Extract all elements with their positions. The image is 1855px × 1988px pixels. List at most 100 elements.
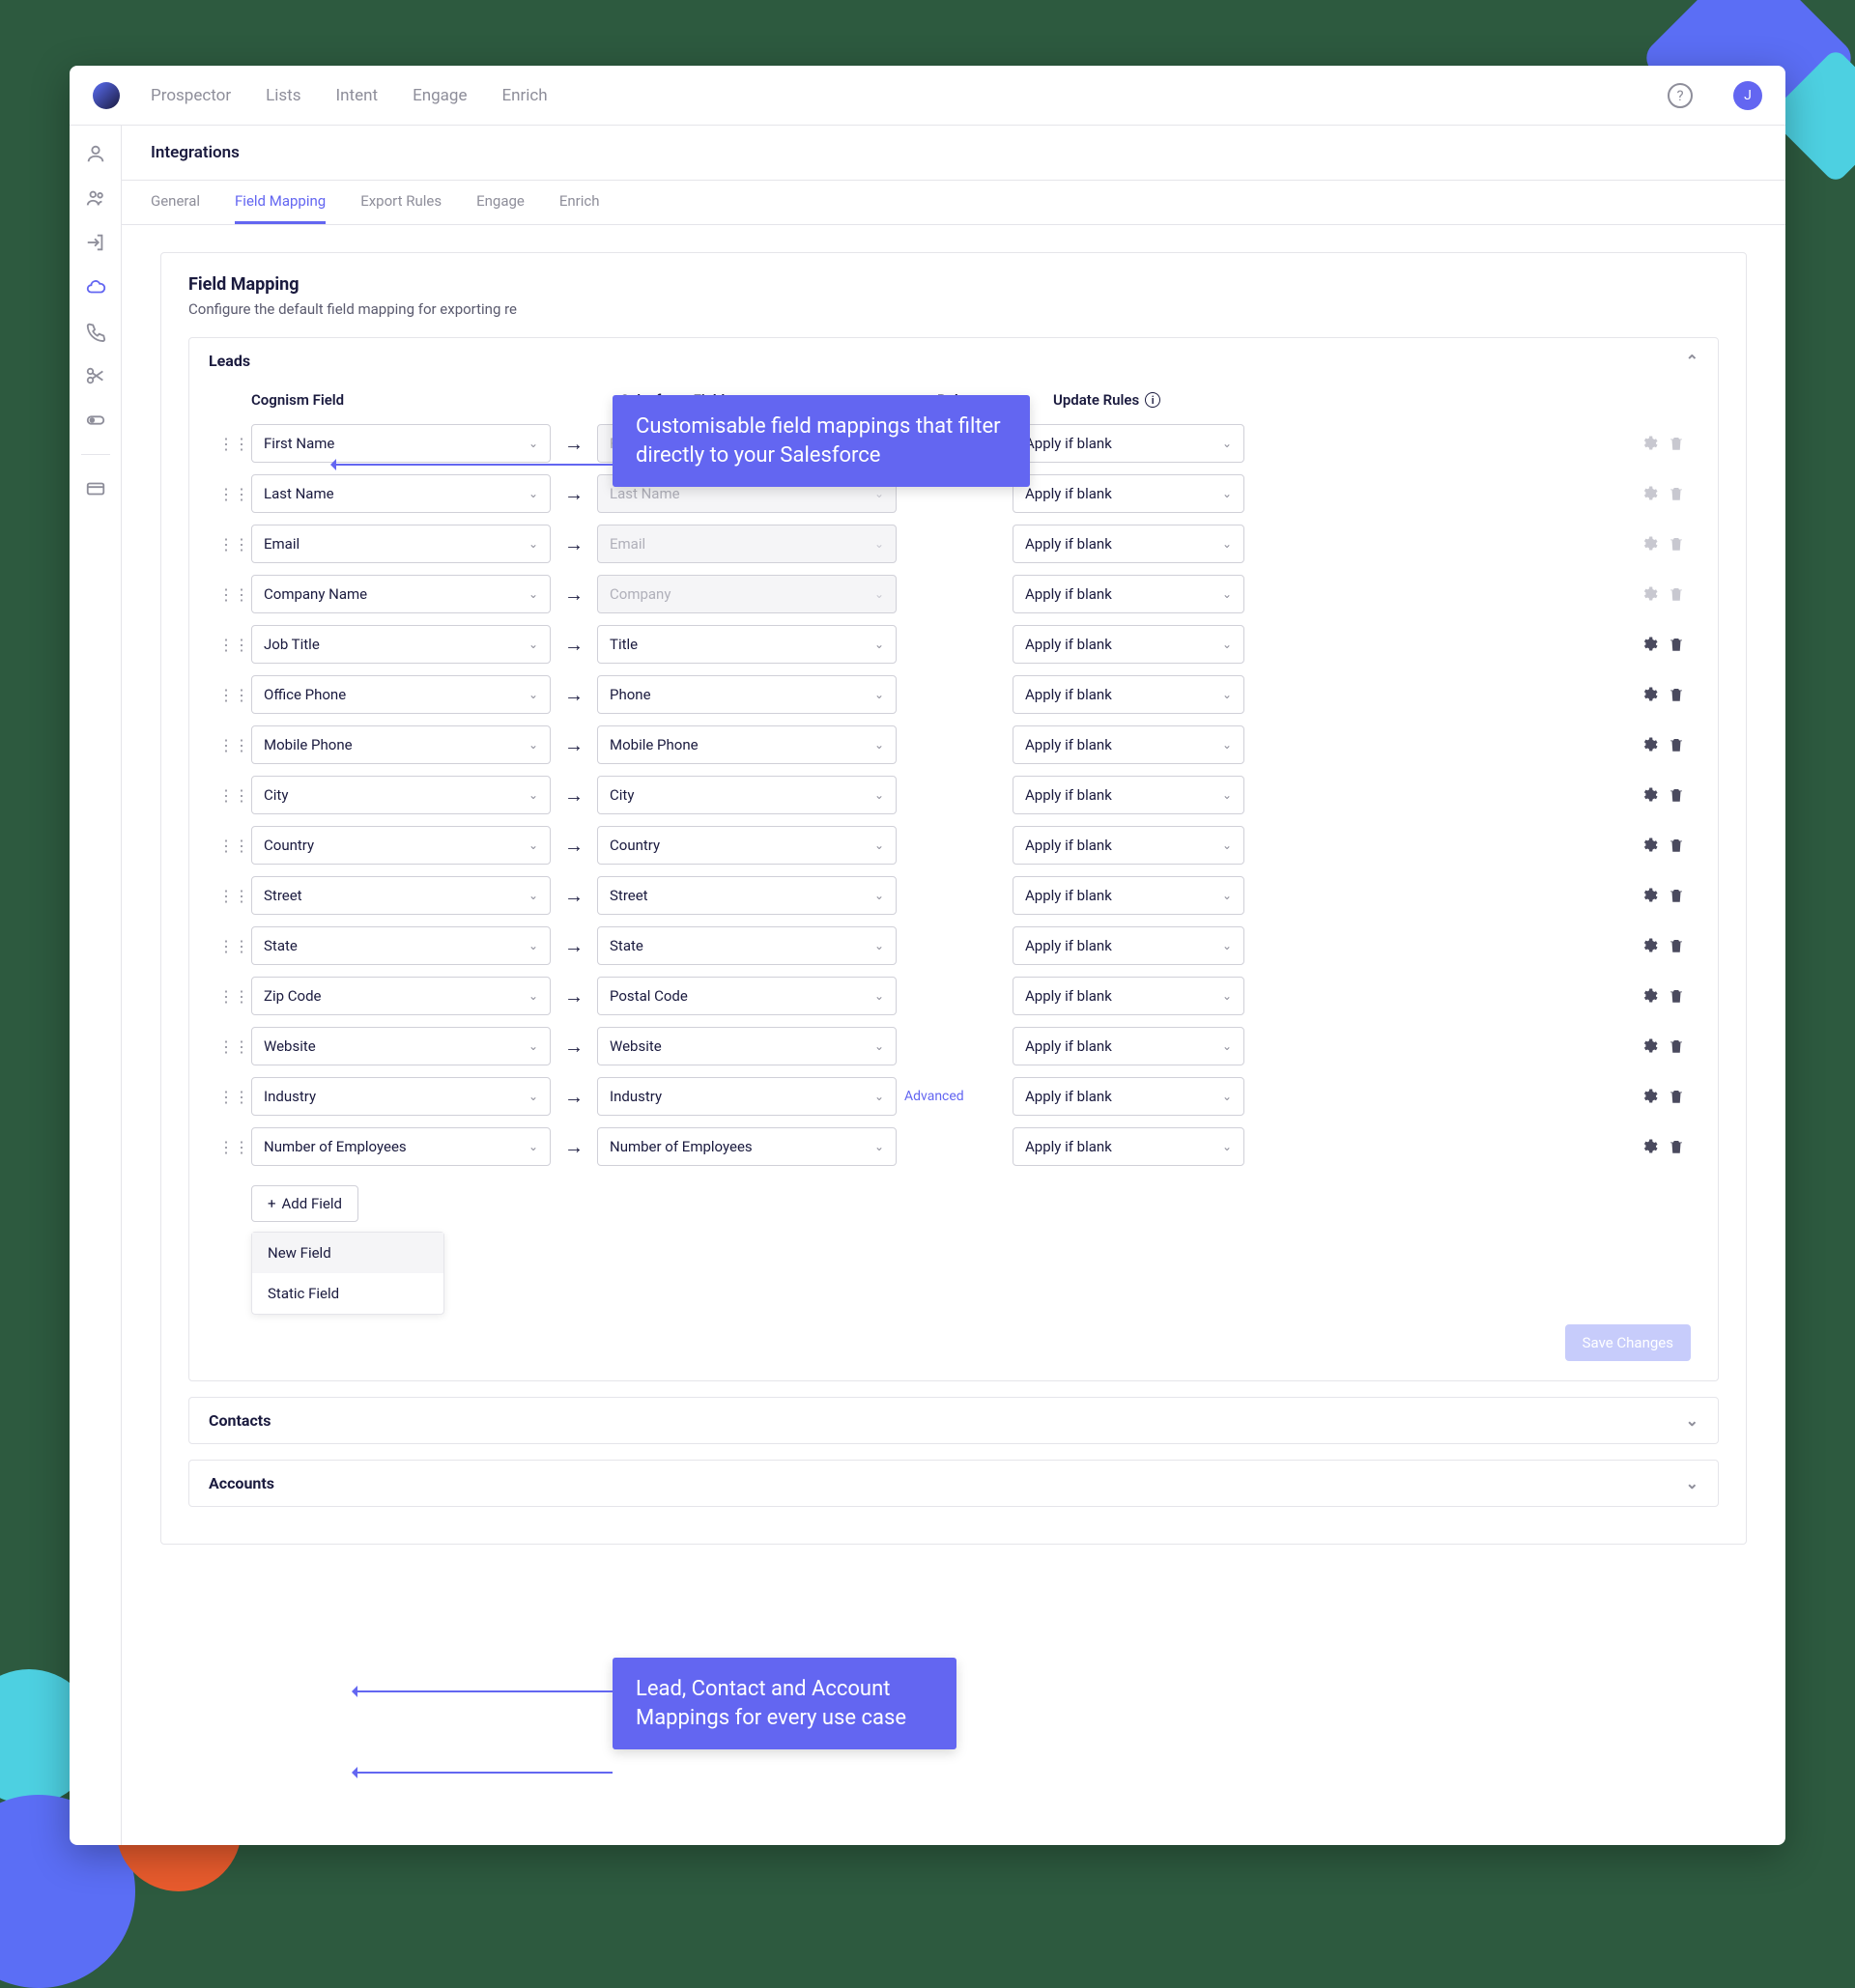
- trash-icon[interactable]: [1668, 585, 1685, 603]
- gear-icon[interactable]: [1641, 736, 1658, 753]
- trash-icon[interactable]: [1668, 636, 1685, 653]
- gear-icon[interactable]: [1641, 837, 1658, 854]
- update-rule-select[interactable]: Apply if blank⌄: [1013, 525, 1244, 563]
- cognism-field-select[interactable]: Company Name⌄: [251, 575, 551, 613]
- update-rule-select[interactable]: Apply if blank⌄: [1013, 675, 1244, 714]
- salesforce-field-select[interactable]: Phone⌄: [597, 675, 897, 714]
- salesforce-field-select[interactable]: Mobile Phone⌄: [597, 725, 897, 764]
- update-rule-select[interactable]: Apply if blank⌄: [1013, 876, 1244, 915]
- nav-prospector[interactable]: Prospector: [151, 86, 231, 105]
- update-rule-select[interactable]: Apply if blank⌄: [1013, 826, 1244, 865]
- gear-icon[interactable]: [1641, 887, 1658, 904]
- gear-icon[interactable]: [1641, 636, 1658, 653]
- update-rule-select[interactable]: Apply if blank⌄: [1013, 1127, 1244, 1166]
- drag-handle-icon[interactable]: ⋮⋮: [216, 585, 251, 604]
- trash-icon[interactable]: [1668, 435, 1685, 452]
- drag-handle-icon[interactable]: ⋮⋮: [216, 1037, 251, 1056]
- tab-general[interactable]: General: [151, 181, 200, 224]
- trash-icon[interactable]: [1668, 736, 1685, 753]
- drag-handle-icon[interactable]: ⋮⋮: [216, 786, 251, 805]
- cognism-field-select[interactable]: Number of Employees⌄: [251, 1127, 551, 1166]
- cognism-field-select[interactable]: Zip Code⌄: [251, 977, 551, 1015]
- drag-handle-icon[interactable]: ⋮⋮: [216, 1088, 251, 1106]
- trash-icon[interactable]: [1668, 1138, 1685, 1155]
- info-icon[interactable]: i: [1145, 392, 1160, 408]
- update-rule-select[interactable]: Apply if blank⌄: [1013, 424, 1244, 463]
- drag-handle-icon[interactable]: ⋮⋮: [216, 837, 251, 855]
- save-changes-button[interactable]: Save Changes: [1565, 1324, 1691, 1361]
- drag-handle-icon[interactable]: ⋮⋮: [216, 435, 251, 453]
- salesforce-field-select[interactable]: Number of Employees⌄: [597, 1127, 897, 1166]
- update-rule-select[interactable]: Apply if blank⌄: [1013, 474, 1244, 513]
- salesforce-field-select[interactable]: Email⌄: [597, 525, 897, 563]
- nav-intent[interactable]: Intent: [336, 86, 379, 105]
- gear-icon[interactable]: [1641, 435, 1658, 452]
- trash-icon[interactable]: [1668, 1088, 1685, 1105]
- login-icon[interactable]: [85, 232, 106, 253]
- card-icon[interactable]: [85, 478, 106, 499]
- dropdown-static-field[interactable]: Static Field: [252, 1273, 443, 1314]
- person-icon[interactable]: [85, 143, 106, 164]
- gear-icon[interactable]: [1641, 535, 1658, 553]
- cognism-field-select[interactable]: Website⌄: [251, 1027, 551, 1065]
- trash-icon[interactable]: [1668, 987, 1685, 1005]
- accordion-accounts-header[interactable]: Accounts ⌄: [189, 1461, 1718, 1506]
- accordion-contacts-header[interactable]: Contacts ⌄: [189, 1398, 1718, 1443]
- drag-handle-icon[interactable]: ⋮⋮: [216, 535, 251, 554]
- drag-handle-icon[interactable]: ⋮⋮: [216, 987, 251, 1006]
- trash-icon[interactable]: [1668, 686, 1685, 703]
- drag-handle-icon[interactable]: ⋮⋮: [216, 686, 251, 704]
- cognism-field-select[interactable]: Industry⌄: [251, 1077, 551, 1116]
- gear-icon[interactable]: [1641, 485, 1658, 502]
- rules-link[interactable]: Advanced: [897, 1089, 1013, 1104]
- trash-icon[interactable]: [1668, 1037, 1685, 1055]
- cloud-icon[interactable]: [85, 276, 106, 298]
- scissors-icon[interactable]: [85, 365, 106, 386]
- cognism-field-select[interactable]: Street⌄: [251, 876, 551, 915]
- dropdown-new-field[interactable]: New Field: [252, 1233, 443, 1273]
- cognism-field-select[interactable]: Email⌄: [251, 525, 551, 563]
- gear-icon[interactable]: [1641, 686, 1658, 703]
- salesforce-field-select[interactable]: City⌄: [597, 776, 897, 814]
- trash-icon[interactable]: [1668, 937, 1685, 954]
- update-rule-select[interactable]: Apply if blank⌄: [1013, 776, 1244, 814]
- salesforce-field-select[interactable]: Website⌄: [597, 1027, 897, 1065]
- cognism-field-select[interactable]: Office Phone⌄: [251, 675, 551, 714]
- tab-export-rules[interactable]: Export Rules: [360, 181, 442, 224]
- tab-field-mapping[interactable]: Field Mapping: [235, 181, 326, 224]
- cognism-field-select[interactable]: City⌄: [251, 776, 551, 814]
- cognism-field-select[interactable]: Country⌄: [251, 826, 551, 865]
- avatar[interactable]: J: [1733, 81, 1762, 110]
- gear-icon[interactable]: [1641, 1037, 1658, 1055]
- cognism-field-select[interactable]: Job Title⌄: [251, 625, 551, 664]
- salesforce-field-select[interactable]: Company⌄: [597, 575, 897, 613]
- drag-handle-icon[interactable]: ⋮⋮: [216, 736, 251, 754]
- update-rule-select[interactable]: Apply if blank⌄: [1013, 725, 1244, 764]
- trash-icon[interactable]: [1668, 887, 1685, 904]
- update-rule-select[interactable]: Apply if blank⌄: [1013, 977, 1244, 1015]
- salesforce-field-select[interactable]: Street⌄: [597, 876, 897, 915]
- drag-handle-icon[interactable]: ⋮⋮: [216, 636, 251, 654]
- update-rule-select[interactable]: Apply if blank⌄: [1013, 926, 1244, 965]
- update-rule-select[interactable]: Apply if blank⌄: [1013, 575, 1244, 613]
- drag-handle-icon[interactable]: ⋮⋮: [216, 937, 251, 955]
- gear-icon[interactable]: [1641, 1088, 1658, 1105]
- toggle-icon[interactable]: [85, 410, 106, 431]
- cognism-field-select[interactable]: Last Name⌄: [251, 474, 551, 513]
- cognism-field-select[interactable]: State⌄: [251, 926, 551, 965]
- accordion-leads-header[interactable]: Leads ⌃: [189, 338, 1718, 383]
- trash-icon[interactable]: [1668, 535, 1685, 553]
- update-rule-select[interactable]: Apply if blank⌄: [1013, 1077, 1244, 1116]
- salesforce-field-select[interactable]: State⌄: [597, 926, 897, 965]
- drag-handle-icon[interactable]: ⋮⋮: [216, 1138, 251, 1156]
- update-rule-select[interactable]: Apply if blank⌄: [1013, 625, 1244, 664]
- trash-icon[interactable]: [1668, 485, 1685, 502]
- cognism-field-select[interactable]: First Name⌄: [251, 424, 551, 463]
- nav-enrich[interactable]: Enrich: [501, 86, 547, 105]
- update-rule-select[interactable]: Apply if blank⌄: [1013, 1027, 1244, 1065]
- gear-icon[interactable]: [1641, 585, 1658, 603]
- tab-enrich[interactable]: Enrich: [559, 181, 600, 224]
- add-field-button[interactable]: + Add Field: [251, 1185, 358, 1222]
- nav-engage[interactable]: Engage: [413, 86, 467, 105]
- salesforce-field-select[interactable]: Country⌄: [597, 826, 897, 865]
